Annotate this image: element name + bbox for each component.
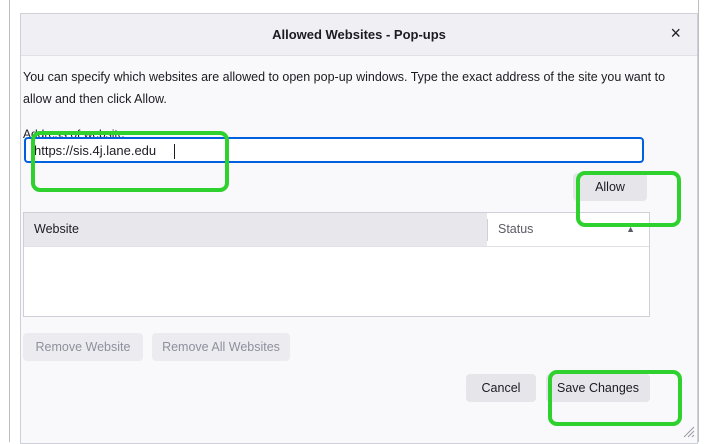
window-frame-left [0, 0, 10, 442]
table-header: Website Status ▲ [24, 213, 649, 247]
status-column-label: Status [498, 222, 534, 236]
website-column-header[interactable]: Website [24, 213, 487, 246]
websites-table: Website Status ▲ [23, 212, 650, 317]
dialog-description: You can specify which websites are allow… [23, 70, 666, 106]
cancel-button[interactable]: Cancel [466, 374, 536, 402]
close-icon[interactable]: × [670, 23, 681, 43]
text-caret [174, 144, 175, 159]
remove-all-websites-button[interactable]: Remove All Websites [152, 333, 290, 361]
resize-grip-icon[interactable] [681, 424, 695, 438]
sort-ascending-icon: ▲ [626, 224, 635, 234]
dialog-titlebar: Allowed Websites - Pop-ups × [21, 14, 697, 56]
status-column-header[interactable]: Status ▲ [488, 213, 649, 246]
window-frame-right [698, 0, 707, 442]
website-address-input[interactable] [24, 137, 644, 163]
allow-button[interactable]: Allow [573, 173, 647, 201]
save-changes-button[interactable]: Save Changes [546, 374, 650, 402]
dialog-title: Allowed Websites - Pop-ups [272, 27, 446, 42]
remove-website-button[interactable]: Remove Website [23, 333, 143, 361]
